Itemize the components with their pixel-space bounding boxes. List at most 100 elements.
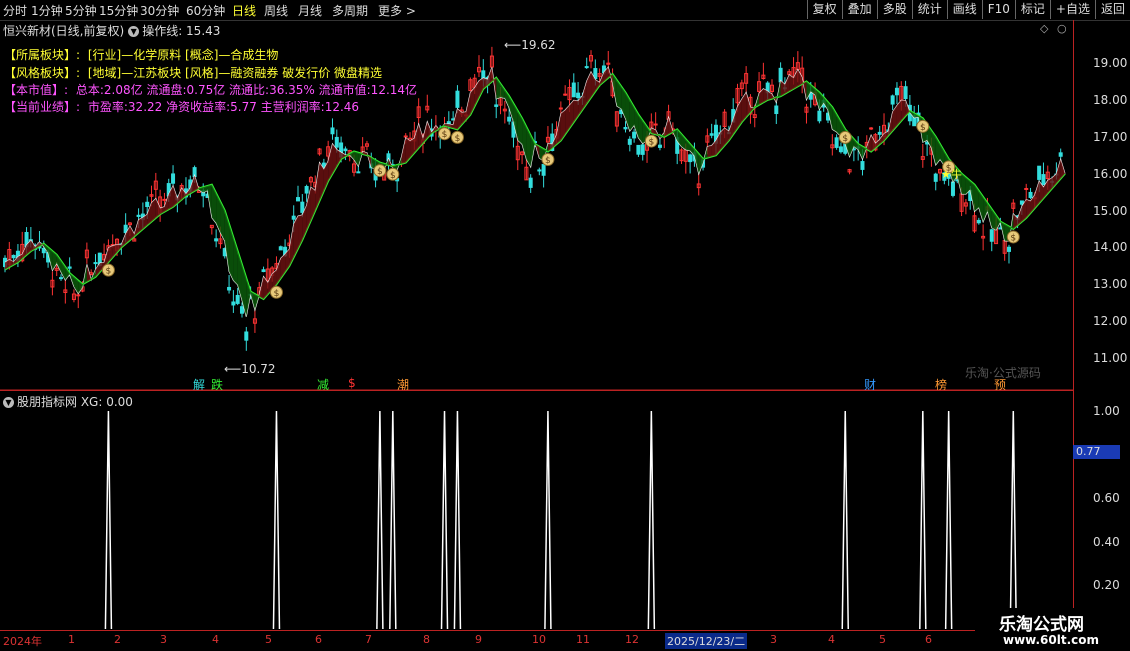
price-chart[interactable]: $ $ $ $ $ $ $ $ $ $ $ $	[0, 20, 1073, 390]
time-tick: 11	[576, 633, 590, 646]
time-tick: 2	[114, 633, 121, 646]
price-tick: 17.00	[1093, 129, 1128, 144]
money-bag-icon: $	[269, 285, 283, 299]
band-fill	[573, 100, 579, 122]
indicator-tick: 1.00	[1093, 404, 1120, 418]
add-watchlist-button[interactable]: +自选	[1049, 0, 1095, 19]
tab-monthly[interactable]: 月线	[298, 2, 322, 19]
candle-body	[627, 138, 632, 145]
f10-button[interactable]: F10	[981, 0, 1015, 19]
tab-more[interactable]: 更多 >	[378, 2, 416, 19]
candle-body	[300, 201, 305, 213]
price-tick: 18.00	[1093, 92, 1128, 107]
tab-weekly[interactable]: 周线	[264, 2, 288, 19]
band-fill	[233, 237, 238, 285]
candle-body	[296, 197, 301, 202]
tab-60min[interactable]: 60分钟	[186, 2, 225, 19]
candle-body	[403, 135, 408, 138]
money-bag-icon: $	[644, 134, 658, 148]
band-fill	[310, 187, 316, 221]
candle-body	[894, 87, 899, 96]
tab-15min[interactable]: 15分钟	[99, 2, 138, 19]
time-tick: 12	[625, 633, 639, 646]
candle-body	[1028, 191, 1033, 198]
stats-button[interactable]: 统计	[911, 0, 947, 19]
band-fill	[991, 209, 997, 231]
back-button[interactable]: 返回	[1094, 0, 1130, 19]
band-fill	[866, 135, 872, 152]
candle-body	[584, 66, 589, 69]
xg-spike	[440, 410, 449, 630]
tab-fenshi[interactable]: 分时	[3, 2, 27, 19]
candle-body	[653, 123, 658, 126]
candle-body	[1058, 152, 1063, 157]
price-tick: 19.00	[1093, 56, 1128, 70]
xg-spike	[919, 410, 927, 630]
band-fill	[832, 107, 837, 133]
band-fill	[728, 119, 734, 141]
indicator-tick: 0.40	[1093, 534, 1120, 549]
candle-body	[343, 148, 348, 152]
band-fill	[707, 145, 712, 158]
mark-button[interactable]: 标记	[1014, 0, 1050, 19]
candle-body	[291, 215, 296, 220]
xg-spike	[376, 410, 384, 630]
tab-30min[interactable]: 30分钟	[140, 2, 179, 19]
svg-text:$: $	[390, 171, 396, 181]
tab-1min[interactable]: 1分钟	[31, 2, 63, 19]
fuquan-button[interactable]: 复权	[806, 0, 842, 19]
xg-spike	[544, 410, 552, 630]
candle-body	[869, 127, 874, 130]
brand-name: 乐淘公式网	[999, 615, 1084, 635]
svg-text:$: $	[106, 267, 112, 277]
time-tick: 3	[160, 633, 167, 646]
price-tick: 13.00	[1093, 277, 1128, 292]
price-tick: 14.00	[1093, 240, 1128, 255]
time-tick: 5	[265, 633, 272, 646]
candle-body	[41, 247, 46, 254]
tab-daily[interactable]: 日线	[232, 2, 256, 19]
xg-spike	[104, 410, 113, 630]
multi-stock-button[interactable]: 多股	[876, 0, 912, 19]
candle-body	[1019, 200, 1024, 205]
tab-multi-period[interactable]: 多周期	[332, 2, 368, 19]
band-fill	[401, 137, 406, 164]
money-bag-icon: $	[101, 263, 115, 277]
candle-body	[231, 301, 236, 306]
candle-body	[933, 173, 938, 182]
svg-text:$: $	[377, 167, 383, 177]
svg-text:$: $	[920, 123, 926, 133]
band-fill	[254, 294, 260, 310]
time-tick: 2025/12/23/二	[665, 633, 748, 649]
xg-spike	[944, 410, 953, 630]
band-fill	[741, 92, 747, 122]
money-bag-icon: $	[541, 153, 555, 166]
candle-body	[334, 136, 339, 148]
svg-text:$: $	[648, 138, 654, 148]
xg-spike	[272, 410, 281, 630]
candle-body	[640, 144, 645, 155]
price-tick: 15.00	[1093, 203, 1128, 218]
candle-body	[1006, 246, 1011, 252]
candle-body	[494, 104, 499, 107]
band-fill	[664, 117, 669, 137]
overlay-button[interactable]: 叠加	[841, 0, 877, 19]
band-fill	[556, 113, 561, 145]
candle-body	[162, 198, 167, 201]
money-bag-icon: $	[450, 130, 464, 144]
toolbar-right-buttons: 复权 叠加 多股 统计 画线 F10 标记 +自选 返回	[806, 0, 1130, 20]
svg-text:$: $	[1010, 233, 1016, 243]
candle-body	[890, 95, 895, 105]
indicator-chart[interactable]	[0, 391, 1073, 631]
tab-5min[interactable]: 5分钟	[65, 2, 97, 19]
candle-body	[860, 161, 865, 170]
money-bag-icon: $	[1006, 230, 1020, 244]
time-tick: 6	[315, 633, 322, 646]
band-fill	[397, 156, 402, 170]
candle-body	[688, 154, 693, 163]
candle-body	[563, 93, 568, 96]
draw-line-button[interactable]: 画线	[946, 0, 982, 19]
candle-body	[1041, 174, 1046, 186]
star-label: ★牛	[941, 168, 962, 181]
band-fill	[780, 80, 785, 97]
